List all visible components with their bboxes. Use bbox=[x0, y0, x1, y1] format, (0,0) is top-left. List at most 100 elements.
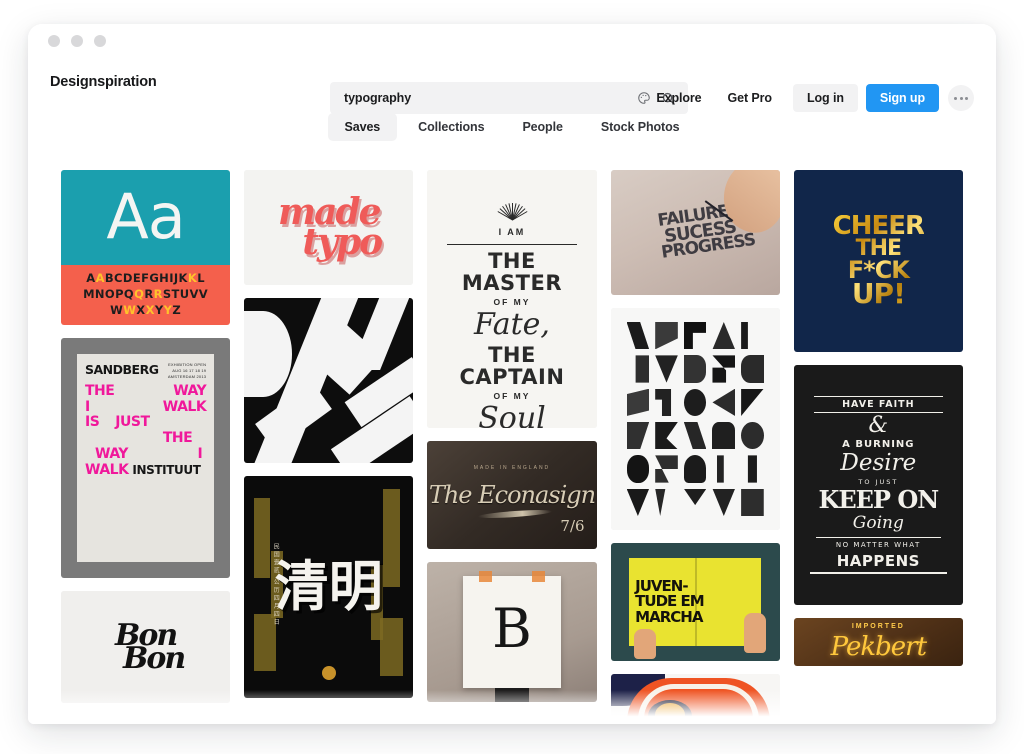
artwork-letter-b: B bbox=[427, 562, 597, 702]
econasign-price: 7/6 bbox=[560, 517, 585, 535]
fate-line-5: OF MY bbox=[493, 391, 531, 402]
sandberg-paper: SANDBERG EXHIBITION OPEN AUG 16 17 18 19 A… bbox=[77, 354, 215, 562]
grid-card-aa-type-specimen[interactable]: Aa AABCDEFGHIJKKL MNOPQQRRSTUVV WWXXYYZ bbox=[61, 170, 231, 325]
tab-saves[interactable]: Saves bbox=[327, 113, 398, 141]
zoom-icon[interactable] bbox=[94, 35, 106, 47]
swash-flourish bbox=[478, 508, 553, 520]
letter-b-glyph: B bbox=[492, 597, 532, 660]
chalk-desire: Desire bbox=[840, 450, 917, 477]
artwork-cheer-up: CHEER THE F*CK UP! bbox=[793, 170, 963, 352]
nav-link-explore[interactable]: Explore bbox=[643, 82, 714, 114]
artwork-neon-pekbert: IMPORTED Pekbert bbox=[793, 618, 963, 666]
sandberg-row-4: THE bbox=[85, 430, 206, 447]
pekbert-imported: IMPORTED bbox=[851, 622, 905, 630]
grid-card-have-faith-chalkboard[interactable]: HAVE FAITH & A BURNING Desire TO JUST KE… bbox=[793, 365, 963, 605]
artwork-have-faith: HAVE FAITH & A BURNING Desire TO JUST KE… bbox=[793, 365, 963, 605]
sandberg-word: IS bbox=[85, 414, 100, 431]
aa-glyph: Aa bbox=[106, 180, 185, 254]
chalk-happens: HAPPENS bbox=[809, 552, 947, 574]
tab-collections[interactable]: Collections bbox=[401, 113, 501, 141]
chalk-going: Going bbox=[852, 512, 904, 533]
seal-icon bbox=[321, 666, 336, 681]
sandberg-word: JUST bbox=[115, 414, 150, 431]
fate-line-1: THE MASTER bbox=[461, 249, 563, 296]
sandberg-word: WALK bbox=[162, 398, 207, 415]
screenshot-root: Designspiration Explore bbox=[0, 0, 1024, 754]
qingming-glyphs: 清明 bbox=[274, 554, 383, 618]
artwork-orange-shape bbox=[610, 674, 780, 720]
bon-bon-lettering: Bon Bon bbox=[107, 620, 186, 674]
grid-card-orange-shape[interactable] bbox=[610, 674, 780, 720]
window-titlebar bbox=[28, 24, 996, 58]
search-input[interactable] bbox=[344, 91, 630, 105]
grid-card-optical-alphabet[interactable] bbox=[610, 308, 780, 530]
fate-eyebrow: I AM bbox=[494, 227, 530, 237]
chalk-no-matter: NO MATTER WHAT bbox=[815, 536, 941, 549]
tab-people[interactable]: People bbox=[505, 113, 579, 141]
sandberg-title: SANDBERG bbox=[85, 362, 159, 377]
search-bar[interactable] bbox=[330, 82, 688, 114]
book-spine bbox=[695, 558, 698, 646]
fate-line-4: THE CAPTAIN bbox=[459, 343, 565, 390]
artwork-sandberg: SANDBERG EXHIBITION OPEN AUG 16 17 18 19 A… bbox=[61, 338, 231, 578]
sandberg-row-5: WAY I bbox=[85, 445, 206, 463]
results-grid[interactable]: Aa AABCDEFGHIJKKL MNOPQQRRSTUVV WWXXYYZ … bbox=[28, 170, 996, 724]
grid-card-letter-b-poster[interactable]: B bbox=[427, 562, 597, 702]
brand-logo[interactable]: Designspiration bbox=[50, 74, 157, 90]
cheer-up-lettering: CHEER THE F*CK UP! bbox=[833, 215, 924, 307]
chalk-ampersand: & bbox=[868, 413, 889, 439]
artwork-master-of-fate: I AM THE MASTER OF MY Fate, THE CAPTAIN … bbox=[427, 170, 597, 428]
qingming-side-text: 民国壹贰 公历四月四日 bbox=[272, 542, 279, 627]
sandberg-word: I bbox=[197, 445, 203, 462]
fate-line-6: Soul bbox=[478, 401, 546, 428]
close-icon[interactable] bbox=[48, 35, 60, 47]
sandberg-word: WAY bbox=[173, 383, 207, 399]
grid-card-bon-bon[interactable]: Bon Bon bbox=[61, 591, 231, 703]
artwork-econasign: MADE IN ENGLAND The Econasign 7/6 bbox=[427, 441, 597, 549]
grid-card-made-typo[interactable]: made typo bbox=[244, 170, 414, 285]
sandberg-meta: EXHIBITION OPEN AUG 16 17 18 19 AMSTERDAM … bbox=[167, 362, 207, 379]
aa-line-1: AABCDEFGHIJKKL bbox=[86, 271, 205, 286]
made-typo-lettering: made typo bbox=[276, 194, 383, 259]
sandberg-row-1: THE WAY bbox=[85, 383, 207, 400]
hand-icon bbox=[744, 613, 767, 653]
chalk-line-2: A BURNING bbox=[842, 439, 915, 451]
sandberg-word: THE bbox=[85, 383, 115, 399]
browser-window: Designspiration Explore bbox=[28, 24, 996, 724]
grid-card-econasign[interactable]: MADE IN ENGLAND The Econasign 7/6 bbox=[427, 441, 597, 549]
minimize-icon[interactable] bbox=[71, 35, 83, 47]
signup-button[interactable]: Sign up bbox=[865, 84, 939, 112]
grid-card-optical-alphabet-black[interactable] bbox=[244, 298, 414, 463]
traffic-lights bbox=[48, 35, 106, 47]
aa-line-3: WWXXYYZ bbox=[110, 302, 182, 317]
tab-stock-photos[interactable]: Stock Photos bbox=[584, 113, 697, 141]
aa-alphabet-panel: AABCDEFGHIJKKL MNOPQQRRSTUVV WWXXYYZ bbox=[61, 264, 231, 325]
poster-sheet: B bbox=[462, 571, 562, 688]
grid-card-qingming-poster[interactable]: 清明 民国壹贰 公历四月四日 bbox=[244, 476, 414, 698]
nav-link-get-pro[interactable]: Get Pro bbox=[715, 82, 785, 114]
fate-line-2: OF MY bbox=[493, 297, 531, 308]
sandberg-header: SANDBERG EXHIBITION OPEN AUG 16 17 18 19 A… bbox=[85, 362, 206, 380]
grid-card-juventude-em-marcha[interactable]: JUVEN- TUDE EM MARCHA bbox=[610, 543, 780, 661]
login-button[interactable]: Log in bbox=[792, 84, 858, 112]
cheer-line-4: UP! bbox=[851, 277, 905, 311]
artwork-optical-alphabet bbox=[610, 308, 780, 530]
sandberg-row-6: WALK INSTITUUT bbox=[85, 463, 206, 479]
tape-icon bbox=[532, 571, 546, 582]
sandberg-word: I bbox=[85, 398, 90, 415]
grid-card-cheer-the-f-up[interactable]: CHEER THE F*CK UP! bbox=[793, 170, 963, 352]
artwork-juventude: JUVEN- TUDE EM MARCHA bbox=[610, 543, 780, 661]
artwork-failure-success: FAILURE SUCESS PROGRESS bbox=[610, 170, 780, 295]
pekbert-name: Pekbert bbox=[830, 631, 927, 662]
sandberg-row-3: IS JUST bbox=[85, 415, 206, 431]
more-options-icon[interactable] bbox=[948, 85, 974, 111]
grid-card-neon-pekbert[interactable]: IMPORTED Pekbert bbox=[793, 618, 963, 666]
grid-card-master-of-fate[interactable]: I AM THE MASTER OF MY Fate, THE CAPTAIN … bbox=[427, 170, 597, 428]
artwork-qingming: 清明 民国壹贰 公历四月四日 bbox=[244, 476, 414, 698]
grid-card-sandberg-instituut[interactable]: SANDBERG EXHIBITION OPEN AUG 16 17 18 19 A… bbox=[61, 338, 231, 578]
person-silhouette bbox=[494, 688, 529, 702]
sandberg-row-2: I WALK bbox=[85, 398, 207, 416]
chalk-banner: HAVE FAITH bbox=[813, 396, 943, 414]
grid-card-failure-success-progress[interactable]: FAILURE SUCESS PROGRESS bbox=[610, 170, 780, 295]
econasign-tiny-text: MADE IN ENGLAND bbox=[473, 464, 551, 471]
